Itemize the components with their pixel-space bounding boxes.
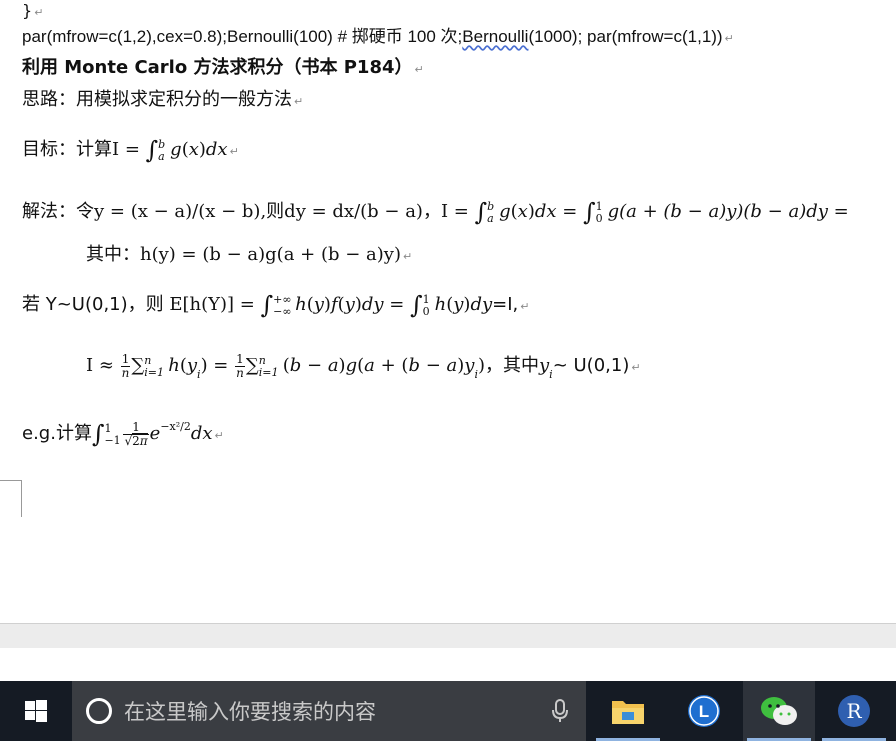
taskbar-wechat[interactable] [743, 681, 815, 741]
taskbar-file-explorer[interactable] [592, 681, 664, 741]
microphone-icon[interactable] [552, 699, 568, 723]
solution-line: 解法：令y = (x − a)/(x − b),则dy = dx/(b − a)… [22, 198, 849, 226]
status-area [0, 648, 896, 681]
approx-distribution: ~ U(0,1) [552, 355, 630, 376]
taskbar-search-box[interactable]: 在这里输入你要搜索的内容 [72, 681, 586, 741]
wechat-icon [761, 697, 797, 725]
folder-icon [612, 701, 644, 724]
example-formula: ∫ 1 −1 1 √2π e−x²/2dx [91, 419, 213, 448]
cortana-icon [86, 698, 112, 724]
spell-flag-word[interactable]: Bernoulli [462, 27, 528, 46]
solution-formula: y = (x − a)/(x − b),则dy = dx/(b − a)，I =… [94, 198, 849, 226]
goal-formula: I = ∫ b a g(x)dx [112, 136, 228, 164]
paragraph-mark-icon: ↵ [402, 250, 413, 263]
if-label: 若 Y~U(0,1)，则 [22, 294, 164, 315]
document-page[interactable]: } ↵ par(mfrow=c(1,2),cex=0.8);Bernoulli(1… [0, 0, 896, 623]
paragraph-mark-icon: ↵ [724, 33, 734, 45]
approx-where-label: ，其中 [485, 355, 539, 376]
paragraph-mark-icon: ↵ [214, 429, 224, 442]
approximation-formula: I ≈ 1 n ∑ n i=1 h(yi) = 1 n ∑ n i=1 (b − a)g(a + (… [86, 351, 485, 381]
paragraph-mark-icon: ↵ [414, 63, 424, 76]
goal-label: 目标：计算 [22, 139, 112, 160]
solution-tail: g(a + (b − a)y)(b − a)dy = [607, 201, 849, 222]
if-result: =I, [492, 294, 519, 315]
code-comment: 掷硬币 100 次; [351, 27, 463, 46]
idea-line: 思路：用模拟求定积分的一般方法 ↵ [22, 89, 303, 113]
windows-logo-icon [25, 700, 47, 722]
paragraph-mark-icon: ↵ [294, 95, 304, 108]
horizontal-scrollbar[interactable] [0, 623, 896, 649]
heading-text: 利用 Monte Carlo 方法求积分（书本 P184） [22, 57, 413, 78]
start-button[interactable] [0, 681, 72, 741]
section-heading: 利用 Monte Carlo 方法求积分（书本 P184） ↵ [22, 57, 424, 81]
where-expression: h(y) = (b − a)g(a + (b − a)y) [140, 244, 401, 265]
closing-brace-line: } ↵ [22, 0, 43, 24]
paragraph-mark-icon: ↵ [229, 145, 239, 158]
paragraph-mark-icon: ↵ [520, 300, 530, 313]
where-line: 其中：h(y) = (b − a)g(a + (b − a)y) ↵ [86, 244, 412, 268]
paragraph-mark-icon: ↵ [34, 6, 44, 19]
paragraph-mark-icon: ↵ [631, 361, 641, 374]
closing-brace: } [22, 1, 33, 20]
taskbar: 在这里输入你要搜索的内容 L R [0, 681, 896, 741]
taskbar-l-app[interactable]: L [668, 681, 740, 741]
approximation-line: I ≈ 1 n ∑ n i=1 h(yi) = 1 n ∑ n i=1 (b − a)g(a + (… [86, 352, 641, 386]
taskbar-r-app[interactable]: R [818, 681, 890, 741]
solution-label: 解法：令 [22, 201, 94, 222]
r-app-icon: R [838, 695, 870, 727]
code-line: par(mfrow=c(1,2),cex=0.8);Bernoulli(100)… [22, 26, 734, 50]
search-placeholder: 在这里输入你要搜索的内容 [124, 700, 376, 724]
svg-text:R: R [846, 699, 862, 723]
expectation-line: 若 Y~U(0,1)，则 E[h(Y)] = ∫ +∞ −∞ h(y)f(y)dy =… [22, 291, 529, 319]
code-text: par(mfrow=c(1,2),cex=0.8);Bernoulli(100)… [22, 27, 352, 46]
code-text-tail: (1000); par(mfrow=c(1,1)) [528, 27, 723, 46]
expectation-formula: E[h(Y)] = ∫ +∞ −∞ h(y)f(y)dy = ∫ 1 0 h(y)dy [163, 291, 493, 319]
goal-line: 目标：计算I = ∫ b a g(x)dx ↵ [22, 136, 239, 164]
where-label: 其中： [86, 244, 140, 265]
approx-yi: yi [539, 355, 553, 381]
l-app-icon: L [688, 695, 720, 727]
example-label: e.g.计算 [22, 423, 92, 444]
text-cursor-frame [0, 480, 22, 517]
example-line: e.g.计算∫ 1 −1 1 √2π e−x²/2dx ↵ [22, 416, 224, 448]
idea-text: 思路：用模拟求定积分的一般方法 [22, 89, 292, 110]
svg-text:L: L [699, 702, 709, 721]
